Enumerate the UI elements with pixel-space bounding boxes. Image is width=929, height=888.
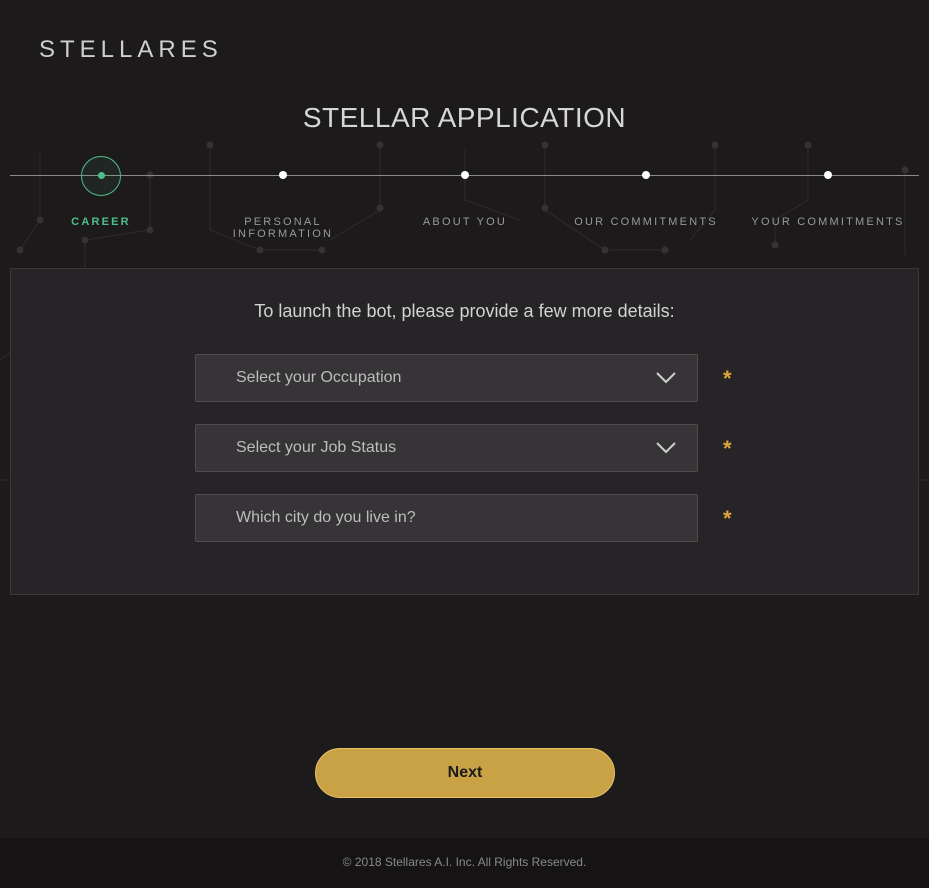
step-career[interactable]: CAREER — [11, 140, 191, 240]
copyright-text: © 2018 Stellares A.I. Inc. All Rights Re… — [342, 855, 587, 869]
step-dot — [461, 171, 469, 179]
step-label: PERSONAL INFORMATION — [232, 216, 334, 240]
job-status-select[interactable]: Select your Job Status — [195, 424, 698, 472]
step-our-commitments[interactable]: OUR COMMITMENTS — [556, 140, 736, 240]
step-label: ABOUT YOU — [422, 216, 508, 228]
step-label: OUR COMMITMENTS — [574, 216, 718, 228]
chevron-down-icon — [656, 372, 676, 384]
form-intro-text: To launch the bot, please provide a few … — [254, 301, 675, 321]
stellares-logo: STELLARES — [39, 36, 223, 63]
chevron-down-icon — [656, 442, 676, 454]
job-status-placeholder: Select your Job Status — [236, 439, 397, 456]
required-asterisk: * — [723, 506, 732, 531]
city-input[interactable]: Which city do you live in? — [195, 494, 698, 542]
required-asterisk: * — [723, 366, 732, 391]
occupation-select[interactable]: Select your Occupation — [195, 354, 698, 402]
required-asterisk: * — [723, 436, 732, 461]
step-about-you[interactable]: ABOUT YOU — [375, 140, 555, 240]
next-button[interactable]: Next — [315, 748, 615, 798]
step-dot — [97, 171, 105, 179]
occupation-placeholder: Select your Occupation — [236, 369, 402, 386]
progress-stepper: CAREER PERSONAL INFORMATION ABOUT YOU OU… — [0, 140, 929, 250]
step-dot — [279, 171, 287, 179]
step-label: YOUR COMMITMENTS — [751, 216, 905, 228]
step-personal-information[interactable]: PERSONAL INFORMATION — [193, 140, 373, 240]
step-dot — [824, 171, 832, 179]
footer: © 2018 Stellares A.I. Inc. All Rights Re… — [0, 838, 929, 888]
step-your-commitments[interactable]: YOUR COMMITMENTS — [738, 140, 918, 240]
step-dot — [642, 171, 650, 179]
step-label: CAREER — [71, 216, 131, 228]
page-title: STELLAR APPLICATION — [302, 102, 627, 133]
city-placeholder: Which city do you live in? — [236, 509, 416, 526]
details-form-card: To launch the bot, please provide a few … — [10, 268, 919, 595]
